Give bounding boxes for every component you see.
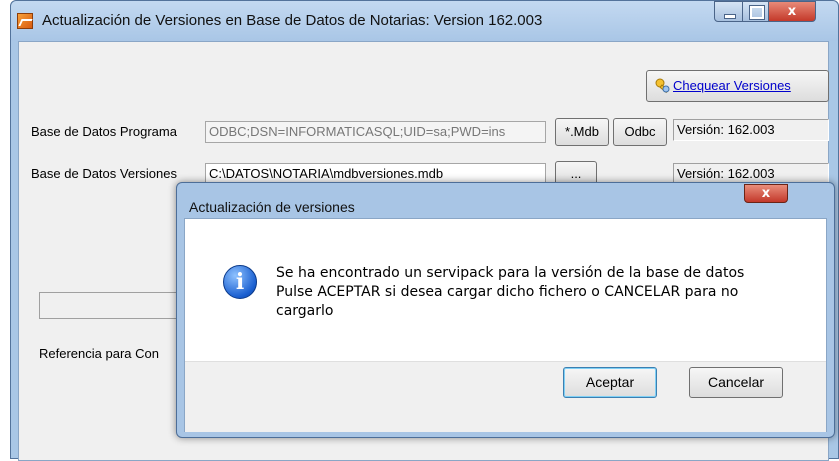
dialog-message-line-2: Pulse ACEPTAR si desea cargar dicho fich… bbox=[276, 284, 739, 300]
app-icon bbox=[17, 13, 33, 29]
check-versions-label: Chequear Versiones bbox=[673, 78, 791, 93]
mdb-button[interactable]: *.Mdb bbox=[555, 118, 609, 146]
versions-db-label: Base de Datos Versiones bbox=[31, 166, 177, 181]
keys-icon bbox=[655, 78, 670, 94]
dialog-message-line-3: cargarlo bbox=[276, 303, 334, 319]
dialog-close-button[interactable]: x bbox=[744, 184, 788, 203]
maximize-button[interactable] bbox=[742, 1, 769, 22]
dialog-message-line-1: Se ha encontrado un servipack para la ve… bbox=[276, 265, 745, 281]
dialog-body: i Se ha encontrado un servipack para la … bbox=[184, 218, 827, 432]
cancel-button[interactable]: Cancelar bbox=[689, 367, 783, 398]
reference-label: Referencia para Con bbox=[39, 346, 159, 361]
odbc-button[interactable]: Odbc bbox=[613, 118, 667, 146]
accept-button[interactable]: Aceptar bbox=[563, 367, 657, 398]
close-button[interactable]: x bbox=[768, 1, 816, 22]
program-db-label: Base de Datos Programa bbox=[31, 124, 177, 139]
program-db-field[interactable]: ODBC;DSN=INFORMATICASQL;UID=sa;PWD=ins bbox=[205, 121, 546, 143]
window-title: Actualización de Versiones en Base de Da… bbox=[42, 12, 543, 29]
minimize-button[interactable] bbox=[714, 1, 743, 22]
message-dialog: Actualización de versiones x i Se ha enc… bbox=[176, 182, 835, 438]
info-icon: i bbox=[223, 265, 257, 299]
dialog-title: Actualización de versiones bbox=[189, 199, 355, 215]
check-versions-button[interactable]: Chequear Versiones bbox=[646, 70, 829, 102]
program-version-text: Versión: 162.003 bbox=[673, 119, 829, 141]
